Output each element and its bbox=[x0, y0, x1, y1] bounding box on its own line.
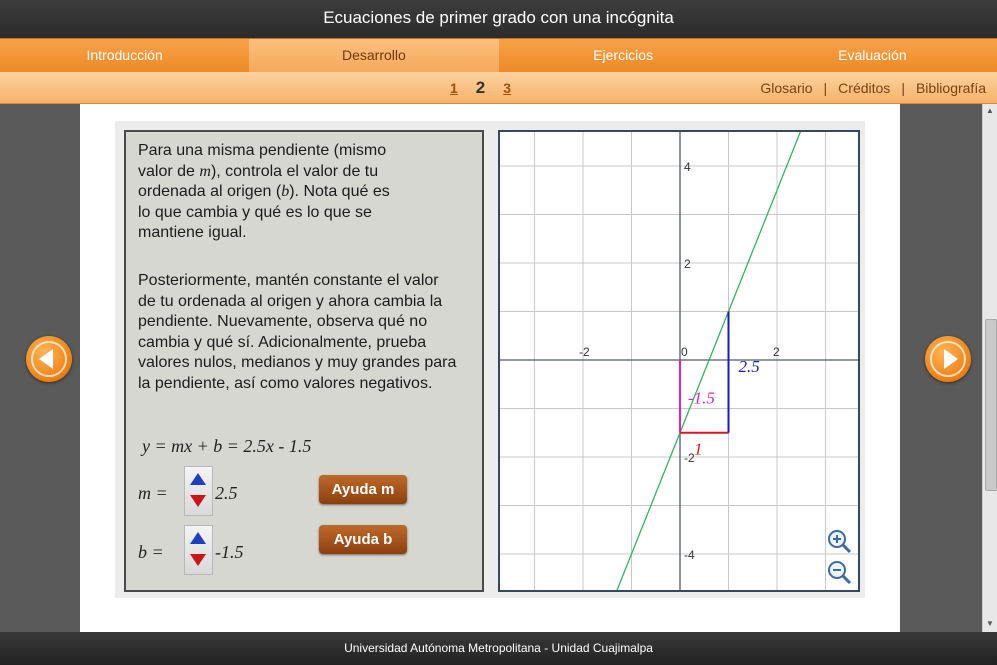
page-link-1[interactable]: 1 bbox=[450, 80, 458, 96]
arrow-right-icon bbox=[944, 349, 958, 369]
text-line: valor de m), controla el valor de tu bbox=[138, 162, 468, 183]
b-stepper bbox=[184, 525, 213, 575]
glosario-link[interactable]: Glosario bbox=[760, 80, 812, 96]
main-tabs: Introducción Desarrollo Ejercicios Evalu… bbox=[0, 38, 997, 73]
page-selector: 1 2 3 bbox=[450, 72, 511, 103]
text-span: valor de bbox=[138, 162, 200, 180]
resource-links: Glosario | Créditos | Bibliografía bbox=[760, 72, 986, 103]
text-span: ). Nota qué es bbox=[289, 183, 390, 200]
app-title: Ecuaciones de primer grado con una incóg… bbox=[0, 0, 997, 38]
b-label: b = bbox=[138, 542, 164, 562]
m-stepper bbox=[184, 466, 213, 516]
text-line: mantiene igual. bbox=[138, 224, 247, 241]
link-separator: | bbox=[823, 79, 828, 96]
function-line bbox=[616, 132, 802, 590]
m-decrease-icon[interactable] bbox=[190, 495, 206, 507]
rise-label: 2.5 bbox=[739, 357, 760, 376]
b-increase-icon[interactable] bbox=[190, 532, 206, 544]
graph-canvas[interactable]: -2 0 242-2-42.5-1.51 bbox=[500, 132, 858, 590]
instructions-paragraph-2: Posteriormente, mantén constante el valo… bbox=[138, 272, 457, 392]
run-label: 1 bbox=[694, 440, 703, 459]
line-graph[interactable]: -2 0 2 4 2 -2 -4 2.5 -1.5 1 bbox=[498, 130, 860, 592]
instructions-paragraph-1: Para una misma pendiente (mismo valor de… bbox=[138, 141, 468, 244]
b-value: -1.5 bbox=[215, 542, 244, 562]
text-span: ), controla el valor de tu bbox=[210, 162, 379, 180]
zoom-out-icon[interactable] bbox=[826, 559, 852, 585]
y-tick-label: 4 bbox=[684, 160, 691, 174]
vertical-scrollbar[interactable]: ▲ ▼ bbox=[982, 104, 997, 632]
text-line: ordenada al origen (b). Nota qué es bbox=[138, 182, 468, 203]
m-increase-icon[interactable] bbox=[190, 473, 206, 485]
intercept-label: -1.5 bbox=[688, 389, 715, 408]
instructions-panel: Para una misma pendiente (mismo valor de… bbox=[124, 130, 484, 592]
zoom-in-icon[interactable] bbox=[826, 528, 852, 554]
y-tick-label: -4 bbox=[684, 548, 695, 562]
bibliografia-link[interactable]: Bibliografía bbox=[916, 80, 986, 96]
left-side-panel bbox=[0, 104, 80, 632]
text-line: lo que cambia y qué es lo que se bbox=[138, 203, 372, 221]
previous-page-button[interactable] bbox=[26, 336, 72, 382]
y-tick-label: 2 bbox=[684, 257, 691, 271]
m-value: 2.5 bbox=[215, 483, 238, 503]
m-label: m = bbox=[138, 483, 168, 503]
tab-desarrollo[interactable]: Desarrollo bbox=[249, 39, 499, 72]
page-link-3[interactable]: 3 bbox=[503, 80, 511, 96]
help-m-button[interactable]: Ayuda m bbox=[319, 475, 407, 504]
x-tick-label: 2 bbox=[773, 345, 780, 359]
arrow-left-icon bbox=[39, 349, 53, 369]
next-page-button[interactable] bbox=[925, 336, 971, 382]
scroll-down-icon[interactable]: ▼ bbox=[986, 619, 994, 628]
scrollbar-thumb[interactable] bbox=[985, 319, 997, 491]
tab-introduccion[interactable]: Introducción bbox=[0, 39, 249, 72]
x-tick-label: 0 bbox=[681, 345, 688, 359]
x-tick-label: -2 bbox=[579, 345, 590, 359]
var-m: m bbox=[199, 162, 211, 180]
equation-display: y = mx + b = 2.5x - 1.5 bbox=[142, 436, 312, 456]
sub-navigation: 1 2 3 Glosario | Créditos | Bibliografía bbox=[0, 72, 997, 104]
link-separator: | bbox=[901, 79, 905, 96]
text-span: ordenada al origen ( bbox=[138, 183, 282, 200]
help-b-button[interactable]: Ayuda b bbox=[319, 525, 407, 554]
tab-evaluacion[interactable]: Evaluación bbox=[748, 39, 997, 72]
tab-ejercicios[interactable]: Ejercicios bbox=[499, 39, 748, 72]
scroll-up-icon[interactable]: ▲ bbox=[986, 106, 994, 115]
b-decrease-icon[interactable] bbox=[190, 554, 206, 566]
page-current-2: 2 bbox=[475, 77, 486, 97]
footer: Universidad Autónoma Metropolitana - Uni… bbox=[0, 632, 997, 665]
creditos-link[interactable]: Créditos bbox=[838, 80, 890, 96]
right-side-panel bbox=[900, 104, 982, 632]
text-line: Para una misma pendiente (mismo bbox=[138, 142, 387, 159]
